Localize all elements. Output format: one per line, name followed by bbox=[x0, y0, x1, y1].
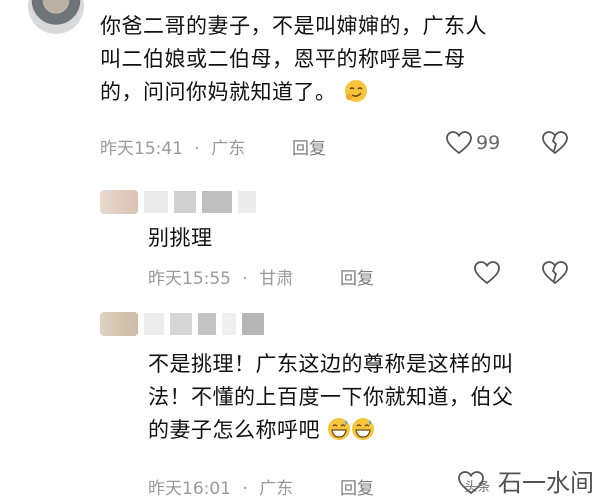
redacted-block bbox=[198, 313, 216, 335]
comment-line: 的妻子怎么称呼吧 bbox=[148, 414, 588, 447]
like-count: 99 bbox=[476, 132, 501, 154]
separator: · bbox=[242, 269, 248, 289]
like-button[interactable]: 99 bbox=[446, 131, 500, 155]
comment-line: 的，问问你妈就知道了。 bbox=[100, 76, 580, 109]
location: 广东 bbox=[211, 139, 246, 159]
reply-button[interactable]: 回复 bbox=[292, 134, 326, 159]
smirk-face-emoji-icon bbox=[344, 80, 367, 102]
watermark: 头条 石一水间 bbox=[464, 463, 594, 498]
reply-button[interactable]: 回复 bbox=[340, 264, 374, 289]
heart-icon bbox=[446, 131, 472, 155]
separator: · bbox=[242, 479, 248, 499]
redacted-block bbox=[242, 313, 264, 335]
watermark-text: 石一水间 bbox=[498, 469, 594, 497]
comment-line: 你爸二哥的妻子，不是叫婶婶的，广东人 bbox=[100, 14, 487, 38]
comment-text: 你爸二哥的妻子，不是叫婶婶的，广东人 叫二伯娘或二伯母，恩平的称呼是二母 的，问… bbox=[100, 10, 580, 109]
heart-icon bbox=[474, 261, 500, 285]
comment-text: 不是挑理！广东这边的尊称是这样的叫 法！不懂的上百度一下你就知道，伯父 的妻子怎… bbox=[148, 348, 588, 447]
timestamp: 昨天15:55 bbox=[148, 269, 231, 289]
like-button[interactable] bbox=[474, 261, 500, 285]
broken-heart-icon bbox=[542, 261, 568, 285]
timestamp: 昨天15:41 bbox=[100, 139, 183, 159]
redacted-block bbox=[202, 191, 232, 213]
grinning-sweat-emoji-icon bbox=[328, 418, 351, 440]
avatar[interactable] bbox=[100, 190, 138, 214]
blurred-username bbox=[100, 190, 256, 214]
broken-heart-icon bbox=[542, 131, 568, 155]
redacted-block bbox=[222, 313, 236, 335]
location: 甘肃 bbox=[259, 269, 294, 289]
comment-meta: 昨天15:41 · 广东 bbox=[100, 134, 245, 159]
redacted-block bbox=[174, 191, 196, 213]
reply-button[interactable]: 回复 bbox=[340, 474, 374, 499]
blurred-username bbox=[100, 312, 264, 336]
location: 广东 bbox=[259, 479, 294, 499]
redacted-block bbox=[238, 191, 256, 213]
comment-meta: 昨天15:55 · 甘肃 bbox=[148, 264, 293, 289]
comment-line: 法！不懂的上百度一下你就知道，伯父 bbox=[148, 385, 514, 409]
comment-line: 别挑理 bbox=[148, 226, 213, 250]
comment-text: 别挑理 bbox=[148, 222, 213, 255]
comment-line: 叫二伯娘或二伯母，恩平的称呼是二母 bbox=[100, 47, 466, 71]
avatar[interactable] bbox=[100, 312, 138, 336]
grinning-sweat-emoji-icon bbox=[352, 418, 375, 440]
redacted-block bbox=[144, 191, 168, 213]
watermark-small: 头条 bbox=[464, 480, 491, 495]
timestamp: 昨天16:01 bbox=[148, 479, 231, 499]
dislike-button[interactable] bbox=[542, 261, 568, 285]
comment-line: 不是挑理！广东这边的尊称是这样的叫 bbox=[148, 352, 514, 376]
comment-meta: 昨天16:01 · 广东 bbox=[148, 474, 293, 499]
separator: · bbox=[194, 139, 200, 159]
avatar[interactable] bbox=[28, 0, 84, 34]
redacted-block bbox=[170, 313, 192, 335]
dislike-button[interactable] bbox=[542, 131, 568, 155]
redacted-block bbox=[144, 313, 164, 335]
